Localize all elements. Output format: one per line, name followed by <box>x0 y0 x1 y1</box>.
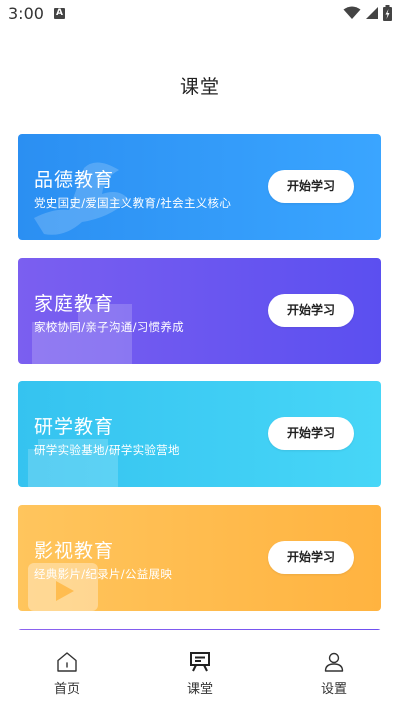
course-card-list: 品德教育 党史国史/爱国主义教育/社会主义核心 开始学习 家庭教育 家校协同/亲… <box>18 134 382 630</box>
nav-item-settings[interactable]: 设置 <box>294 650 374 697</box>
card-title: 影视教育 <box>34 540 115 562</box>
nav-label: 首页 <box>53 682 80 697</box>
card-title: 品德教育 <box>34 169 115 191</box>
start-learning-button[interactable]: 开始学习 <box>268 170 354 203</box>
nav-label: 设置 <box>320 682 347 697</box>
user-icon <box>324 652 344 672</box>
start-learning-button[interactable]: 开始学习 <box>268 541 354 574</box>
card-subtitle: 党史国史/爱国主义教育/社会主义核心 <box>34 196 232 210</box>
notification-icon: A <box>54 8 65 19</box>
battery-icon <box>383 5 392 21</box>
course-card-family[interactable]: 家庭教育 家校协同/亲子沟通/习惯养成 开始学习 <box>18 258 381 364</box>
page-title: 课堂 <box>179 76 220 98</box>
card-subtitle: 家校协同/亲子沟通/习惯养成 <box>34 320 184 334</box>
start-learning-button[interactable]: 开始学习 <box>268 294 354 327</box>
status-bar: 3:00 A <box>0 0 400 28</box>
status-icons <box>343 5 392 21</box>
course-card-moral[interactable]: 品德教育 党史国史/爱国主义教育/社会主义核心 开始学习 <box>18 134 381 240</box>
card-subtitle: 经典影片/纪录片/公益展映 <box>34 567 173 581</box>
course-card-study-tour[interactable]: 研学教育 研学实验基地/研学实验营地 开始学习 <box>18 381 381 487</box>
wifi-icon <box>343 6 361 19</box>
nav-label: 课堂 <box>186 682 213 697</box>
course-card-film[interactable]: 影视教育 经典影片/纪录片/公益展映 开始学习 <box>18 505 381 611</box>
card-subtitle: 研学实验基地/研学实验营地 <box>34 443 180 457</box>
card-title: 研学教育 <box>34 416 115 438</box>
start-learning-button[interactable]: 开始学习 <box>268 417 354 450</box>
nav-item-home[interactable]: 首页 <box>27 650 107 697</box>
card-title: 家庭教育 <box>34 293 115 315</box>
classroom-icon <box>190 652 210 672</box>
home-icon <box>57 652 77 672</box>
bottom-nav: 首页 课堂 设置 <box>0 638 400 712</box>
nav-item-classroom[interactable]: 课堂 <box>160 650 240 697</box>
cell-signal-icon <box>366 7 378 19</box>
status-time: 3:00 <box>8 4 44 23</box>
dove-icon <box>34 162 129 235</box>
course-card-partial[interactable] <box>18 629 381 630</box>
